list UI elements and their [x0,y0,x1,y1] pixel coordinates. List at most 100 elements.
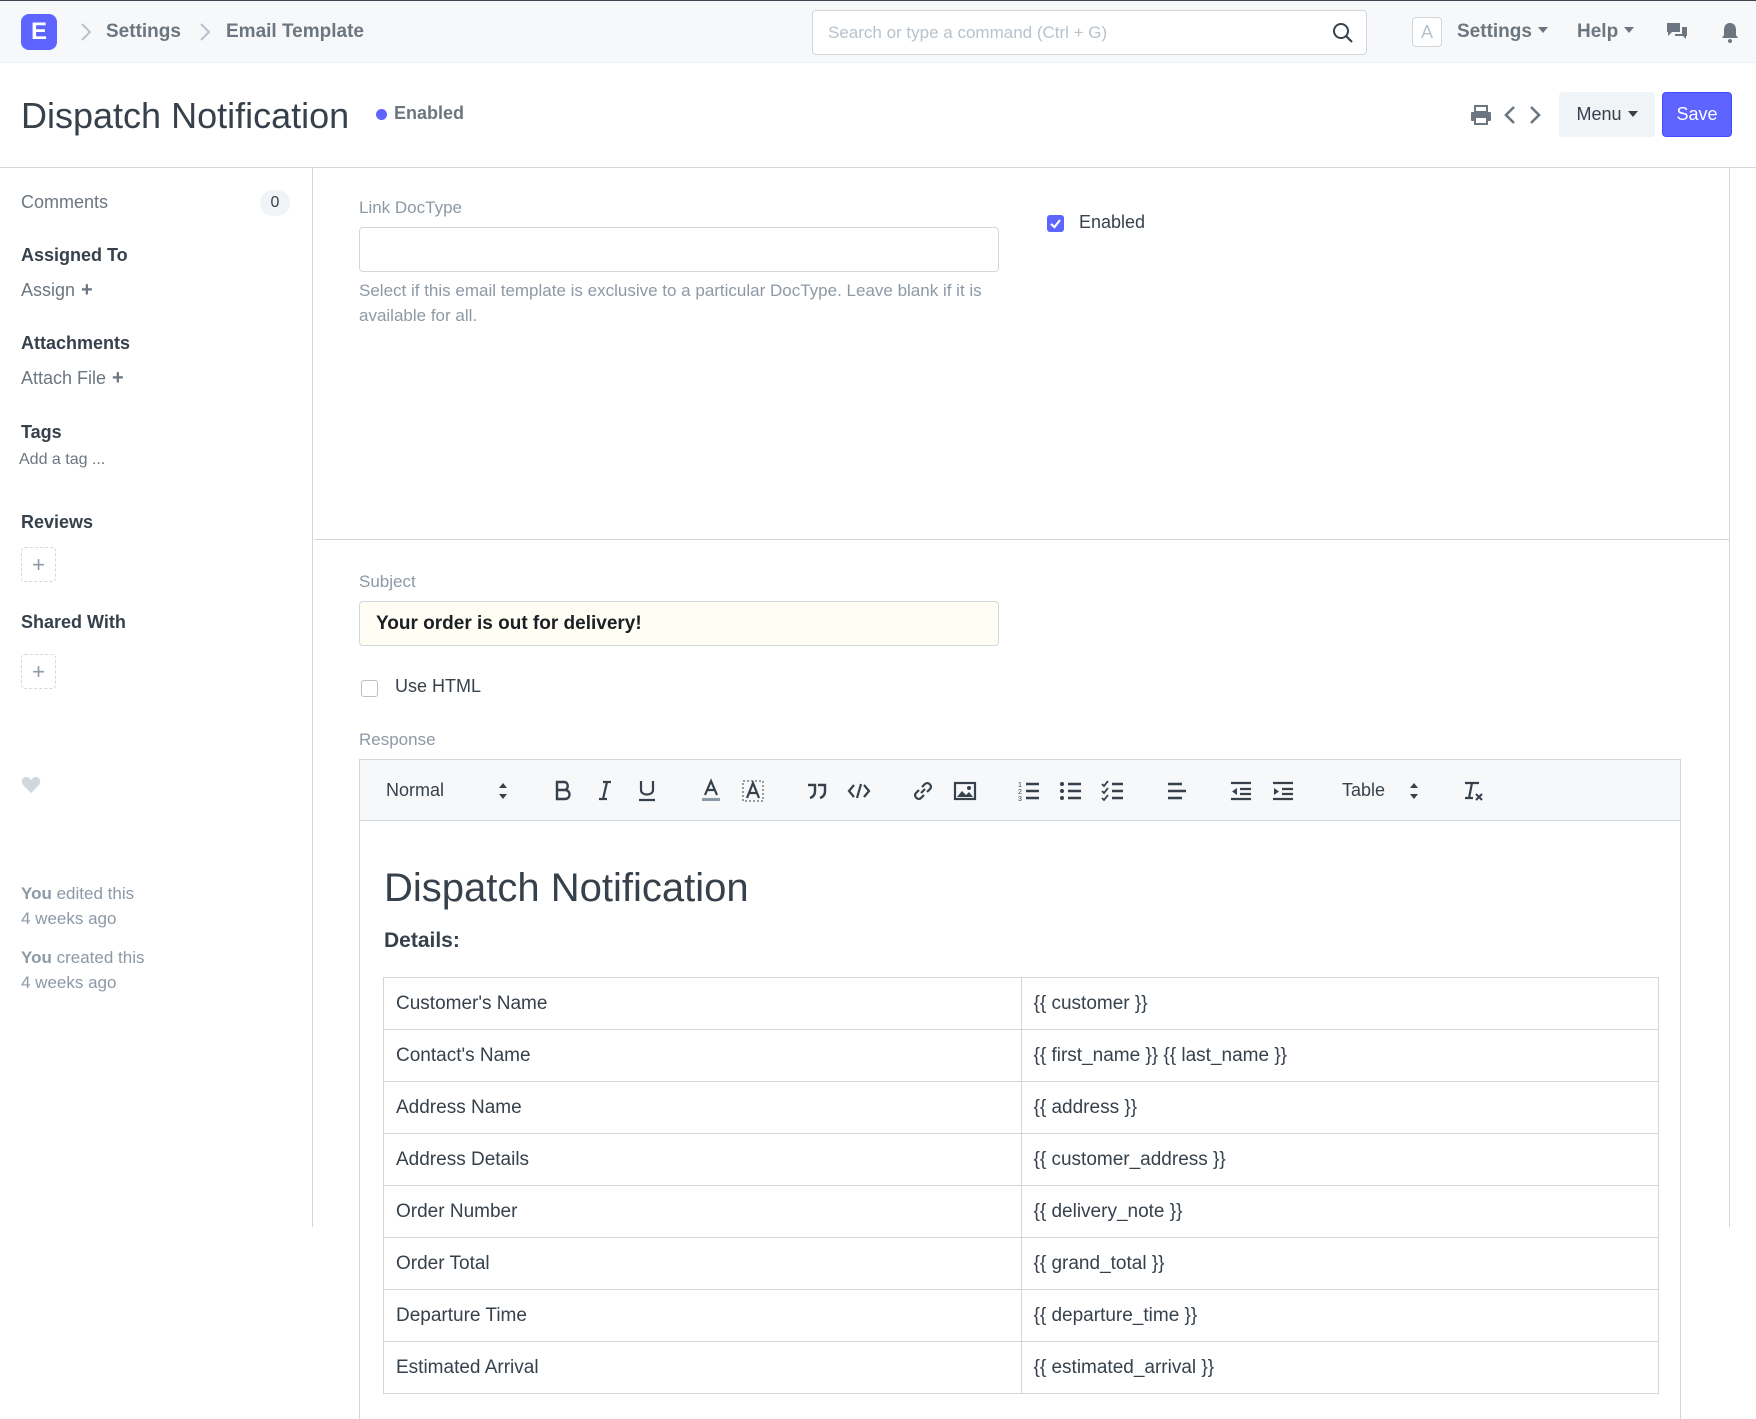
link-doctype-input[interactable] [359,227,999,272]
comments-count-badge: 0 [260,190,290,216]
content-subheading: Details: [384,929,460,952]
table-cell-label[interactable]: Order Number [383,1185,1022,1238]
clear-format-icon[interactable] [1460,778,1486,804]
reviews-heading: Reviews [21,512,94,532]
use-html-checkbox[interactable] [361,680,378,697]
table-row: Address Name{{ address }} [383,1081,1659,1134]
page-title: Dispatch Notification [21,95,350,136]
table-row: Order Total{{ grand_total }} [383,1237,1659,1290]
app-logo[interactable]: E [21,14,57,50]
table-cell-value[interactable]: {{ delivery_note }} [1020,1185,1659,1238]
help-dropdown[interactable]: Help [1577,21,1635,43]
add-share-button[interactable]: + [21,654,56,689]
table-cell-value[interactable]: {{ estimated_arrival }} [1020,1341,1659,1394]
menu-button[interactable]: Menu [1559,92,1655,137]
tags-heading: Tags [21,422,62,442]
bell-icon[interactable] [1718,20,1742,44]
table-cell-label[interactable]: Order Total [383,1237,1022,1290]
status-indicator-dot [376,109,387,120]
table-cell-label[interactable]: Address Name [383,1081,1022,1134]
plus-icon: + [81,279,93,301]
attach-file-label: Attach File [21,368,107,388]
response-editor: Normal 123 Table Dispatch Notification D… [359,759,1681,1419]
shared-with-heading: Shared With [21,612,126,632]
table-cell-value[interactable]: {{ first_name }} {{ last_name }} [1020,1029,1659,1082]
subject-label: Subject [359,572,416,591]
heart-icon[interactable] [21,776,41,794]
save-button[interactable]: Save [1662,92,1732,137]
underline-icon[interactable] [634,778,660,804]
align-left-icon[interactable] [1164,778,1190,804]
image-icon[interactable] [952,778,978,804]
table-cell-value[interactable]: {{ departure_time }} [1020,1289,1659,1342]
format-select[interactable]: Normal [386,780,444,801]
breadcrumb-email-template[interactable]: Email Template [226,21,364,43]
table-cell-value[interactable]: {{ grand_total }} [1020,1237,1659,1290]
settings-dropdown-label: Settings [1457,21,1532,42]
breadcrumb-settings[interactable]: Settings [106,21,181,43]
chevron-right-icon [200,23,211,41]
link-icon[interactable] [910,778,936,804]
table-cell-value[interactable]: {{ address }} [1020,1081,1659,1134]
code-block-icon[interactable] [846,778,872,804]
text-color-icon[interactable] [698,778,724,804]
background-color-icon[interactable] [740,778,766,804]
table-row: Departure Time{{ departure_time }} [383,1289,1659,1342]
bullet-list-icon[interactable] [1058,778,1084,804]
activity-time: 4 weeks ago [21,909,117,928]
help-dropdown-label: Help [1577,21,1619,42]
table-cell-label[interactable]: Address Details [383,1133,1022,1186]
enabled-checkbox[interactable] [1047,215,1064,232]
italic-icon[interactable] [592,778,618,804]
table-cell-label[interactable]: Departure Time [383,1289,1022,1342]
table-cell-label[interactable]: Customer's Name [383,977,1022,1030]
caret-down-icon [1624,27,1635,34]
table-row: Order Number{{ delivery_note }} [383,1185,1659,1238]
table-row: Contact's Name{{ first_name }} {{ last_n… [383,1029,1659,1082]
table-cell-value[interactable]: {{ customer_address }} [1020,1133,1659,1186]
blockquote-icon[interactable] [804,778,830,804]
add-tag-input[interactable]: Add a tag ... [19,451,105,469]
activity-user: You [21,948,52,967]
activity-action: created this [56,948,145,967]
svg-text:1: 1 [1018,782,1022,789]
search-input[interactable] [828,21,1308,45]
table-row: Estimated Arrival{{ estimated_arrival }} [383,1341,1659,1394]
use-html-label: Use HTML [395,676,482,696]
search-icon[interactable] [1332,22,1354,44]
bold-icon[interactable] [550,778,576,804]
chevron-right-icon [81,23,92,41]
select-arrows-icon[interactable] [497,780,509,802]
table-select[interactable]: Table [1342,780,1385,801]
indent-icon[interactable] [1270,778,1296,804]
svg-text:2: 2 [1018,789,1022,796]
caret-down-icon [1627,110,1638,117]
assign-link[interactable]: Assign + [21,279,93,302]
subject-input[interactable] [359,601,999,646]
table-cell-label[interactable]: Contact's Name [383,1029,1022,1082]
outdent-icon[interactable] [1228,778,1254,804]
chat-icon[interactable] [1665,20,1689,44]
table-cell-value[interactable]: {{ customer }} [1020,977,1659,1030]
settings-dropdown[interactable]: Settings [1457,21,1548,43]
checklist-icon[interactable] [1100,778,1126,804]
table-cell-label[interactable]: Estimated Arrival [383,1341,1022,1394]
response-label: Response [359,730,436,749]
print-icon[interactable] [1468,103,1494,127]
activity-edited: You edited this 4 weeks ago [21,881,134,931]
top-navbar: E Settings Email Template A Settings Hel… [0,0,1756,63]
avatar[interactable]: A [1412,17,1442,47]
activity-created: You created this 4 weeks ago [21,945,144,995]
editor-toolbar: Normal 123 Table [360,760,1680,821]
select-arrows-icon[interactable] [1408,780,1420,802]
chevron-right-icon[interactable] [1521,103,1547,127]
attachments-heading: Attachments [21,333,131,353]
attach-file-link[interactable]: Attach File + [21,367,124,390]
link-doctype-help: Select if this email template is exclusi… [359,281,982,325]
assigned-to-heading: Assigned To [21,245,128,265]
enabled-label: Enabled [1079,212,1146,232]
ordered-list-icon[interactable]: 123 [1016,778,1042,804]
comments-link[interactable]: Comments [21,192,108,213]
add-review-button[interactable]: + [21,547,56,582]
status-badge: Enabled [394,103,465,123]
